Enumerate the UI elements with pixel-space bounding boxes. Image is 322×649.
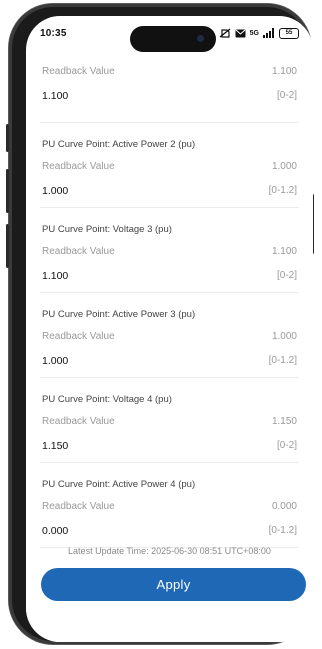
readback-value: 1.150	[271, 416, 297, 427]
value-range: [0-1.2]	[268, 185, 297, 196]
home-indicator-area	[26, 606, 313, 642]
status-bar: 10:35 5G 55	[26, 16, 313, 52]
readback-label: Readback Value	[42, 331, 115, 342]
param-item: PU Curve Point: Active Power 4 (pu) Read…	[40, 463, 299, 548]
screen: 10:35 5G 55 Readback Value 1.100 1.100 […	[26, 16, 313, 642]
volume-up-button	[6, 169, 9, 213]
apply-button[interactable]: Apply	[41, 568, 306, 601]
value-range: [0-1.2]	[268, 355, 297, 366]
param-item: Readback Value 1.100 1.100 [0-2]	[40, 56, 299, 123]
param-item: PU Curve Point: Active Power 3 (pu) Read…	[40, 293, 299, 378]
param-title: PU Curve Point: Voltage 3 (pu)	[42, 224, 172, 235]
readback-label: Readback Value	[42, 416, 115, 427]
readback-value: 1.100	[271, 246, 297, 257]
no-sim-icon	[219, 28, 231, 38]
param-item: PU Curve Point: Voltage 4 (pu) Readback …	[40, 378, 299, 463]
param-title: PU Curve Point: Active Power 3 (pu)	[42, 309, 196, 320]
setting-value-input[interactable]: 1.000	[42, 355, 68, 367]
readback-value: 1.000	[271, 161, 297, 172]
readback-label: Readback Value	[42, 501, 115, 512]
readback-label: Readback Value	[42, 66, 115, 77]
status-icons: 5G 55	[219, 27, 299, 39]
status-time: 10:35	[40, 28, 67, 39]
readback-label: Readback Value	[42, 246, 115, 257]
battery-icon: 55	[279, 27, 299, 39]
setting-value-input[interactable]: 1.000	[42, 185, 68, 197]
param-title: PU Curve Point: Active Power 4 (pu)	[42, 479, 196, 490]
message-icon	[235, 29, 246, 37]
setting-value-input[interactable]: 1.100	[42, 270, 68, 282]
param-item: PU Curve Point: Voltage 3 (pu) Readback …	[40, 208, 299, 293]
value-range: [0-1.2]	[268, 525, 297, 536]
value-range: [0-2]	[276, 90, 297, 101]
volume-down-button	[6, 224, 9, 268]
signal-icon	[263, 28, 274, 38]
readback-value: 1.000	[271, 331, 297, 342]
network-type-label: 5G	[249, 29, 259, 37]
param-item: PU Curve Point: Active Power 2 (pu) Read…	[40, 123, 299, 208]
readback-value: 1.100	[271, 66, 297, 77]
setting-value-input[interactable]: 1.150	[42, 440, 68, 452]
value-range: [0-2]	[276, 270, 297, 281]
value-range: [0-2]	[276, 440, 297, 451]
battery-level: 55	[285, 30, 293, 36]
param-title: PU Curve Point: Voltage 4 (pu)	[42, 394, 172, 405]
camera-icon	[197, 35, 204, 42]
param-title: PU Curve Point: Active Power 2 (pu)	[42, 139, 196, 150]
setting-value-input[interactable]: 0.000	[42, 525, 68, 537]
parameter-list: Readback Value 1.100 1.100 [0-2] PU Curv…	[26, 56, 313, 548]
readback-value: 0.000	[271, 501, 297, 512]
dynamic-island	[130, 26, 216, 52]
readback-label: Readback Value	[42, 161, 115, 172]
phone-frame: 10:35 5G 55 Readback Value 1.100 1.100 […	[6, 4, 314, 644]
latest-update-time: Latest Update Time: 2025-06-30 08:51 UTC…	[68, 546, 271, 556]
action-button	[6, 124, 9, 152]
setting-value-input[interactable]: 1.100	[42, 90, 68, 102]
